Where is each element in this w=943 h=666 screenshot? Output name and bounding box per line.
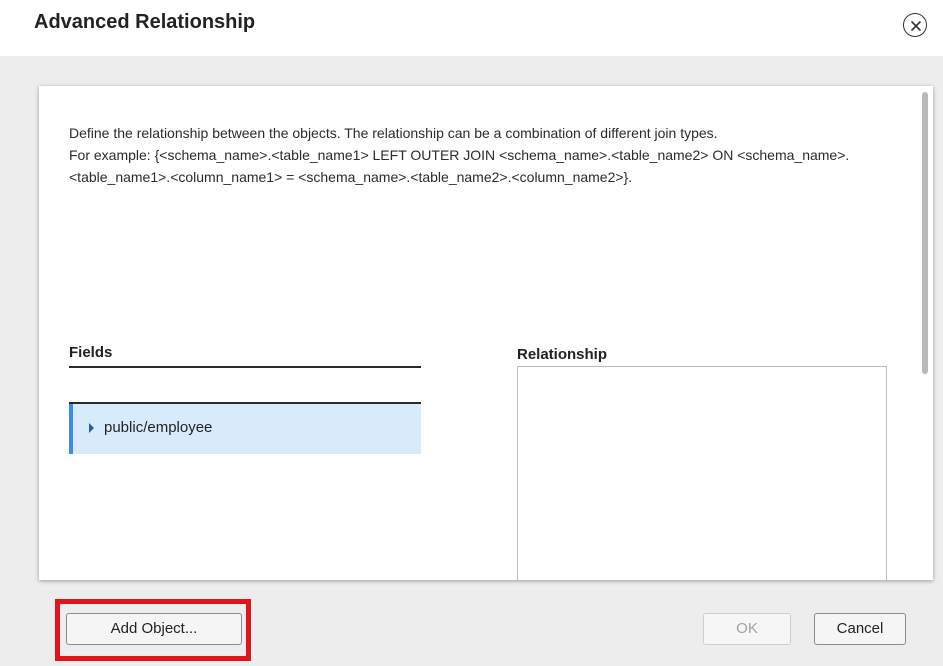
description-line-2: For example: {<schema_name>.<table_name1…	[69, 147, 850, 185]
tree-item-public-employee[interactable]: public/employee	[69, 404, 421, 454]
close-button[interactable]	[903, 13, 927, 37]
ok-button[interactable]: OK	[703, 613, 791, 645]
dialog-body: Define the relationship between the obje…	[0, 56, 943, 666]
description-line-1: Define the relationship between the obje…	[69, 125, 718, 141]
dialog-title: Advanced Relationship	[34, 11, 256, 33]
tree-item-label: public/employee	[104, 419, 213, 436]
relationship-section: Relationship	[517, 340, 887, 580]
fields-divider	[69, 368, 421, 404]
scrollbar[interactable]	[917, 86, 933, 580]
relationship-title: Relationship	[517, 346, 608, 363]
close-icon	[910, 20, 922, 32]
fields-section: Fields public/employee	[69, 338, 421, 454]
caret-right-icon[interactable]	[89, 423, 94, 433]
dialog-header: Advanced Relationship	[0, 0, 943, 56]
cancel-button[interactable]: Cancel	[814, 613, 906, 645]
fields-header: Fields	[69, 338, 421, 368]
relationship-textarea[interactable]	[517, 366, 887, 580]
add-object-button[interactable]: Add Object...	[66, 613, 242, 645]
description-text: Define the relationship between the obje…	[69, 122, 869, 188]
scrollbar-thumb[interactable]	[922, 92, 928, 374]
fields-title: Fields	[69, 344, 113, 361]
content-panel: Define the relationship between the obje…	[39, 86, 933, 580]
